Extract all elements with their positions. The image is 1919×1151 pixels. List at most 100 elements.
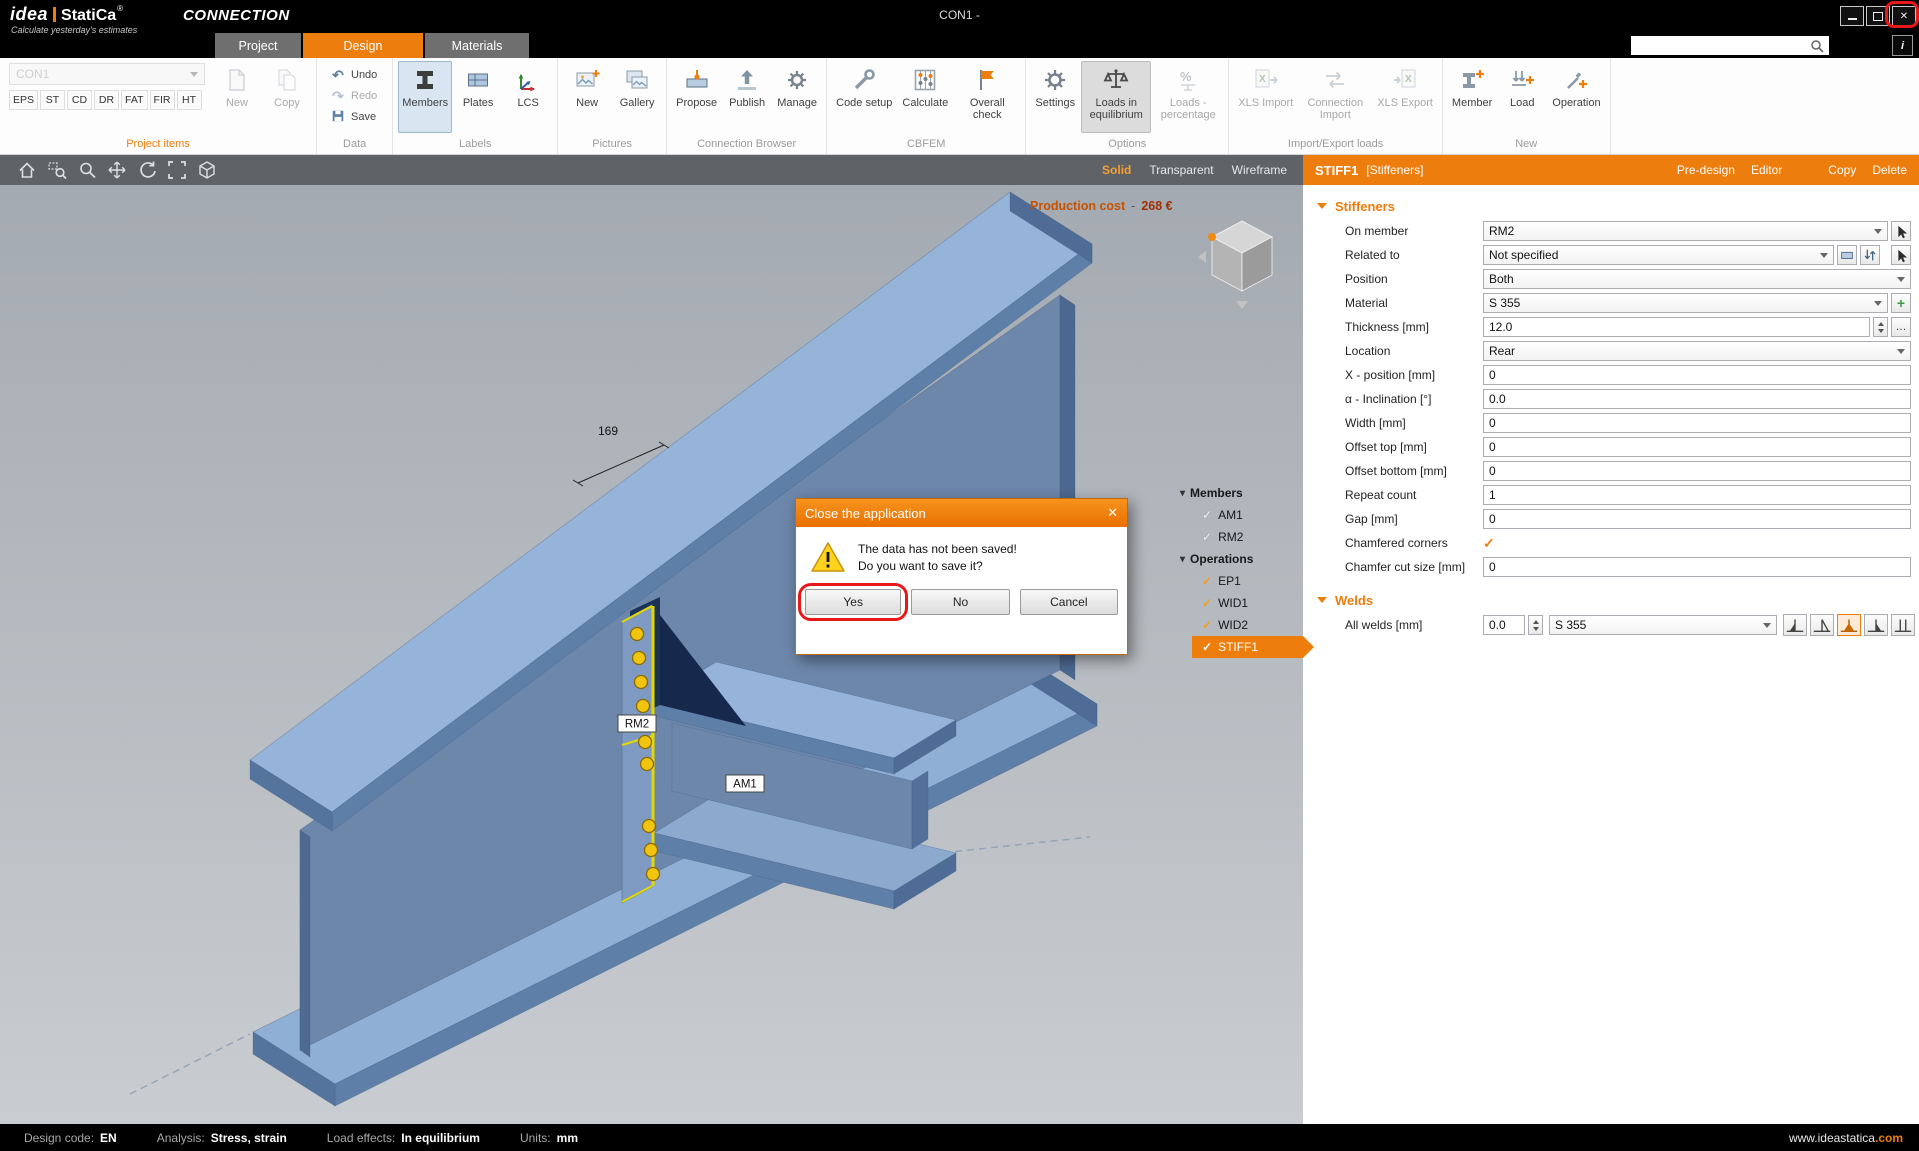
weld-type-button-3[interactable] <box>1837 614 1861 636</box>
publish-button[interactable]: Publish <box>723 61 771 133</box>
width-input[interactable]: 0 <box>1483 413 1911 433</box>
gallery-button[interactable]: Gallery <box>613 61 661 133</box>
tree-header-operations[interactable]: ▾ Operations <box>1180 548 1303 570</box>
welds-material-combo[interactable]: S 355 <box>1549 615 1777 635</box>
weld-type-button-1[interactable] <box>1783 614 1807 636</box>
project-type-ht-button[interactable]: HT <box>177 90 202 110</box>
zoom-button[interactable] <box>72 157 102 183</box>
yes-button[interactable]: Yes <box>805 589 901 615</box>
dialog-title-bar[interactable]: Close the application ✕ <box>796 499 1127 527</box>
editor-button[interactable]: Editor <box>1751 163 1782 177</box>
repeat-count-input[interactable]: 1 <box>1483 485 1911 505</box>
undo-button[interactable]: ↶Undo <box>330 66 377 84</box>
project-type-dr-button[interactable]: DR <box>94 90 119 110</box>
copy-operation-button[interactable]: Copy <box>1828 163 1856 177</box>
search-input[interactable] <box>1636 39 1810 53</box>
tree-header-members[interactable]: ▾ Members <box>1180 482 1303 504</box>
project-type-st-button[interactable]: ST <box>40 90 65 110</box>
overall-check-button[interactable]: Overall check <box>954 61 1020 133</box>
render-mode-wireframe[interactable]: Wireframe <box>1232 163 1287 177</box>
search-box[interactable] <box>1631 36 1829 55</box>
tree-item-wid2[interactable]: ✓ WID2 <box>1180 614 1303 636</box>
view-style-button[interactable] <box>192 157 222 183</box>
member-label-rm2[interactable]: RM2 <box>618 715 656 732</box>
tree-item-am1[interactable]: ✓ AM1 <box>1180 504 1303 526</box>
project-item-combo[interactable]: CON1 <box>9 63 205 85</box>
navigation-cube[interactable] <box>1198 221 1272 309</box>
all-welds-spinner[interactable] <box>1528 615 1543 635</box>
rotate-view-button[interactable] <box>132 157 162 183</box>
all-welds-input[interactable]: 0.0 <box>1483 615 1525 635</box>
connection-import-button[interactable]: Connection Import <box>1299 61 1371 133</box>
thickness-more-button[interactable]: … <box>1891 317 1911 337</box>
render-mode-transparent[interactable]: Transparent <box>1149 163 1213 177</box>
loads-in-equilibrium-toggle[interactable]: Loads in equilibrium <box>1081 61 1151 133</box>
weld-type-button-4[interactable] <box>1864 614 1888 636</box>
pick-on-member-button[interactable] <box>1891 221 1911 241</box>
zoom-fit-button[interactable] <box>162 157 192 183</box>
project-type-fat-button[interactable]: FAT <box>121 90 147 110</box>
spin-down-icon[interactable] <box>1878 329 1884 333</box>
redo-button[interactable]: ↷Redo <box>330 87 377 105</box>
weld-type-button-2[interactable] <box>1810 614 1834 636</box>
thickness-input[interactable]: 12.0 <box>1483 317 1870 337</box>
on-member-combo[interactable]: RM2 <box>1483 221 1888 241</box>
inclination-input[interactable]: 0.0 <box>1483 389 1911 409</box>
pre-design-button[interactable]: Pre-design <box>1677 163 1735 177</box>
pick-related-button[interactable] <box>1891 245 1911 265</box>
position-combo[interactable]: Both <box>1483 269 1911 289</box>
delete-operation-button[interactable]: Delete <box>1872 163 1907 177</box>
pan-button[interactable] <box>102 157 132 183</box>
home-view-button[interactable] <box>12 157 42 183</box>
project-type-eps-button[interactable]: EPS <box>9 90 38 110</box>
offset-bottom-input[interactable]: 0 <box>1483 461 1911 481</box>
info-button[interactable]: i <box>1892 35 1913 56</box>
plates-labels-button[interactable]: Plates <box>454 61 502 133</box>
tree-item-ep1[interactable]: ✓ EP1 <box>1180 570 1303 592</box>
tree-item-stiff1-selected[interactable]: ✓ STIFF1 <box>1192 636 1303 658</box>
tree-item-wid1[interactable]: ✓ WID1 <box>1180 592 1303 614</box>
no-button[interactable]: No <box>911 589 1009 615</box>
member-label-am1[interactable]: AM1 <box>726 775 764 792</box>
location-combo[interactable]: Rear <box>1483 341 1911 361</box>
loads-percentage-button[interactable]: % Loads - percentage <box>1153 61 1223 133</box>
x-position-input[interactable]: 0 <box>1483 365 1911 385</box>
related-plate-button[interactable] <box>1837 245 1857 265</box>
expander-icon[interactable]: ▾ <box>1180 488 1185 499</box>
new-project-item-button[interactable]: New <box>213 61 261 133</box>
new-picture-button[interactable]: New <box>563 61 611 133</box>
thickness-spinner[interactable] <box>1873 317 1888 337</box>
new-operation-button[interactable]: Operation <box>1548 61 1604 133</box>
render-mode-solid[interactable]: Solid <box>1102 163 1131 177</box>
lcs-labels-button[interactable]: LCS <box>504 61 552 133</box>
tree-item-rm2[interactable]: ✓ RM2 <box>1180 526 1303 548</box>
project-type-fir-button[interactable]: FIR <box>150 90 175 110</box>
members-labels-button[interactable]: Members <box>398 61 452 133</box>
tab-materials[interactable]: Materials <box>425 33 529 58</box>
close-button[interactable]: ✕ <box>1892 6 1916 26</box>
copy-project-item-button[interactable]: Copy <box>263 61 311 133</box>
section-collapse-icon[interactable] <box>1317 203 1327 209</box>
calculate-button[interactable]: Calculate <box>898 61 952 133</box>
chamfer-cut-size-input[interactable]: 0 <box>1483 557 1911 577</box>
new-member-button[interactable]: Member <box>1448 61 1496 133</box>
website-link[interactable]: www.ideastatica.com <box>1789 1131 1903 1145</box>
minimize-button[interactable] <box>1840 6 1864 26</box>
chamfered-corners-checkbox[interactable]: ✓ <box>1483 535 1495 552</box>
weld-type-button-5[interactable] <box>1891 614 1915 636</box>
gap-input[interactable]: 0 <box>1483 509 1911 529</box>
spin-up-icon[interactable] <box>1533 620 1539 624</box>
maximize-button[interactable] <box>1866 6 1890 26</box>
save-button[interactable]: Save <box>330 108 377 126</box>
add-material-button[interactable]: + <box>1891 293 1911 313</box>
section-welds[interactable]: Welds <box>1303 587 1919 613</box>
propose-button[interactable]: Propose <box>672 61 721 133</box>
section-stiffeners[interactable]: Stiffeners <box>1303 193 1919 219</box>
offset-top-input[interactable]: 0 <box>1483 437 1911 457</box>
expander-icon[interactable]: ▾ <box>1180 554 1185 565</box>
xls-import-button[interactable]: X XLS Import <box>1234 61 1297 133</box>
settings-button[interactable]: Settings <box>1031 61 1079 133</box>
code-setup-button[interactable]: Code setup <box>832 61 896 133</box>
spin-down-icon[interactable] <box>1533 627 1539 631</box>
new-load-button[interactable]: Load <box>1498 61 1546 133</box>
